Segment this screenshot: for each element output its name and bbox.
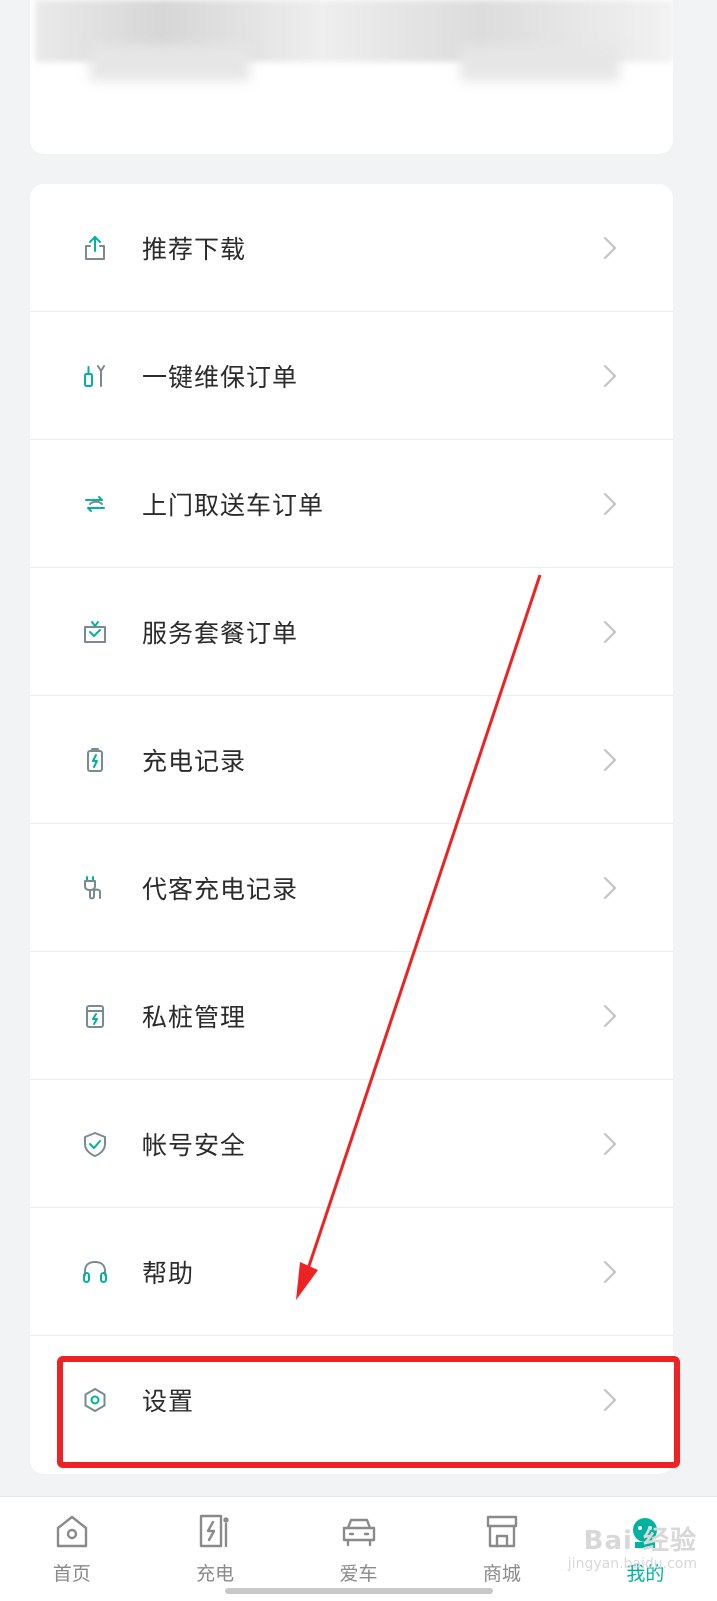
menu-item-label: 一键维保订单 — [142, 362, 299, 392]
chevron-right-icon — [603, 748, 617, 772]
tab-label: 首页 — [52, 1563, 91, 1585]
battery-charge-icon — [78, 743, 112, 777]
chevron-right-icon — [603, 364, 617, 388]
menu-item-label: 充电记录 — [142, 746, 247, 776]
menu-item-service-package-order[interactable]: 服务套餐订单 — [30, 568, 673, 696]
tab-my-car[interactable]: 爱车 — [287, 1497, 430, 1601]
chevron-right-icon — [603, 1388, 617, 1412]
car-icon — [338, 1511, 380, 1553]
bottom-tab-bar: 首页 充电 爱车 商城 我的 — [0, 1496, 717, 1601]
chevron-right-icon — [603, 492, 617, 516]
menu-item-label: 帐号安全 — [142, 1130, 247, 1160]
tab-label: 充电 — [196, 1563, 235, 1585]
headset-icon — [78, 1255, 112, 1289]
share-upload-icon — [78, 231, 112, 265]
charger-icon — [194, 1511, 236, 1553]
menu-item-label: 推荐下载 — [142, 234, 247, 264]
tab-label: 爱车 — [339, 1563, 378, 1585]
chevron-right-icon — [603, 876, 617, 900]
shield-check-icon — [78, 1127, 112, 1161]
chevron-right-icon — [603, 620, 617, 644]
menu-item-settings[interactable]: 设置 — [30, 1336, 673, 1464]
tab-label: 我的 — [626, 1563, 665, 1585]
settings-hex-icon — [78, 1383, 112, 1417]
home-icon — [51, 1511, 93, 1553]
maintenance-tools-icon — [78, 359, 112, 393]
menu-item-pickup-order[interactable]: 上门取送车订单 — [30, 440, 673, 568]
menu-item-maintenance-order[interactable]: 一键维保订单 — [30, 312, 673, 440]
menu-item-label: 服务套餐订单 — [142, 618, 299, 648]
chevron-right-icon — [603, 1004, 617, 1028]
tab-charging[interactable]: 充电 — [143, 1497, 286, 1601]
menu-item-label: 私桩管理 — [142, 1002, 247, 1032]
chevron-right-icon — [603, 1260, 617, 1284]
car-pickup-icon — [78, 487, 112, 521]
tab-mall[interactable]: 商城 — [430, 1497, 573, 1601]
package-bag-icon — [78, 615, 112, 649]
profile-card — [30, 0, 673, 154]
menu-item-help[interactable]: 帮助 — [30, 1208, 673, 1336]
menu-list: 推荐下载 一键维保订单 上门取送车订单 服务套餐订单 充电记录 代客充电记录 私… — [30, 184, 673, 1474]
menu-item-label: 设置 — [142, 1387, 195, 1416]
plug-cable-icon — [78, 871, 112, 905]
menu-item-label: 代客充电记录 — [142, 874, 299, 904]
chevron-right-icon — [603, 236, 617, 260]
menu-item-label: 上门取送车订单 — [142, 490, 325, 520]
profile-mascot-icon — [624, 1511, 666, 1553]
menu-item-private-pile-management[interactable]: 私桩管理 — [30, 952, 673, 1080]
tab-label: 商城 — [482, 1563, 521, 1585]
tab-home[interactable]: 首页 — [0, 1497, 143, 1601]
store-icon — [481, 1511, 523, 1553]
blurred-stat-right — [460, 45, 620, 81]
blurred-stat-left — [90, 45, 250, 81]
tab-mine[interactable]: 我的 — [574, 1497, 717, 1601]
menu-item-recommend-download[interactable]: 推荐下载 — [30, 184, 673, 312]
charging-pile-icon — [78, 999, 112, 1033]
chevron-right-icon — [603, 1132, 617, 1156]
home-indicator[interactable] — [225, 1588, 493, 1594]
menu-item-valet-charging-record[interactable]: 代客充电记录 — [30, 824, 673, 952]
menu-item-charging-record[interactable]: 充电记录 — [30, 696, 673, 824]
menu-item-account-security[interactable]: 帐号安全 — [30, 1080, 673, 1208]
menu-item-label: 帮助 — [142, 1258, 195, 1288]
